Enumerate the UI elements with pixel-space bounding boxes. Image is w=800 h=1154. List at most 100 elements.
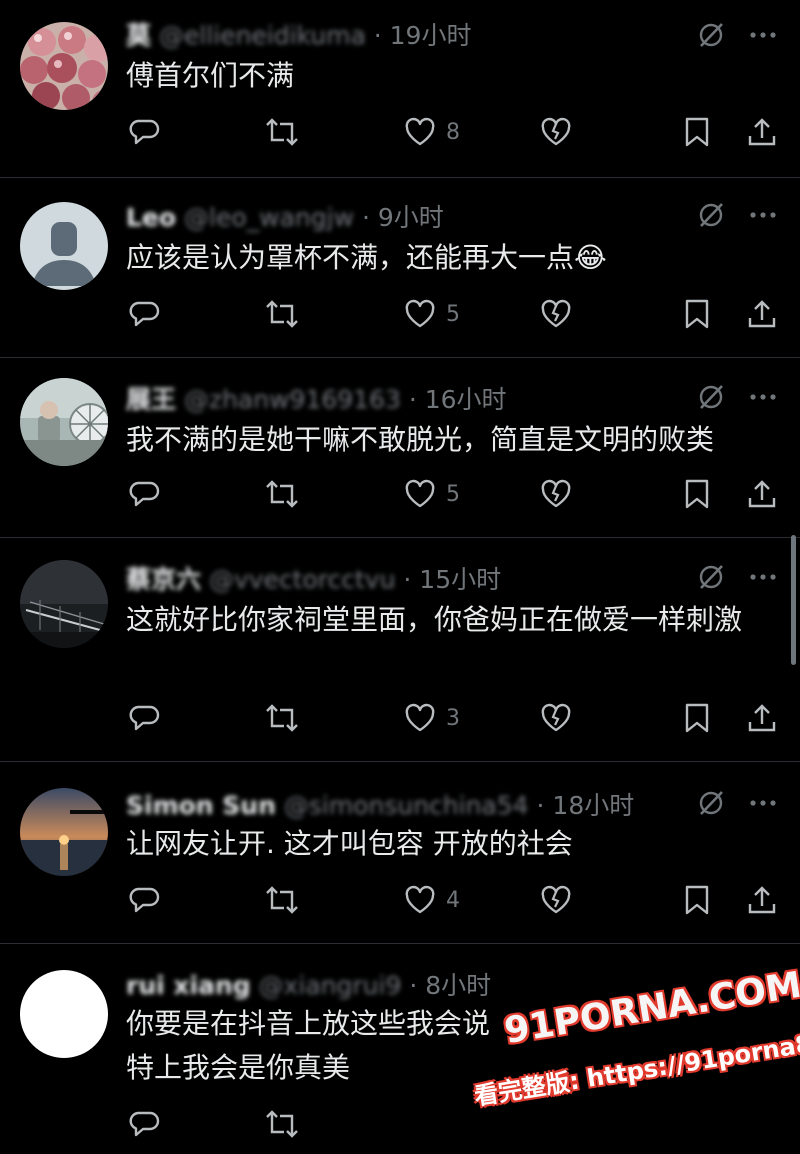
- share-button[interactable]: [746, 474, 778, 514]
- broken-heart-icon: [541, 885, 571, 914]
- more-icon[interactable]: [748, 562, 778, 592]
- reply-icon: [129, 301, 160, 327]
- like-button[interactable]: 5: [404, 294, 460, 334]
- post-time[interactable]: · 18小时: [537, 791, 635, 820]
- broken-heart-icon: [541, 299, 571, 328]
- share-icon: [748, 704, 776, 732]
- repost-button[interactable]: [264, 294, 310, 334]
- share-icon: [748, 480, 776, 508]
- reply-button[interactable]: [128, 112, 170, 152]
- repost-icon: [266, 886, 298, 914]
- post-text: 这就好比你家祠堂里面，你爸妈正在做爱一样刺激: [126, 603, 743, 636]
- bookmark-button[interactable]: [682, 294, 712, 334]
- grok-icon[interactable]: [696, 200, 726, 230]
- bookmark-button[interactable]: [682, 112, 712, 152]
- reply-button[interactable]: [128, 294, 170, 334]
- repost-button[interactable]: [264, 698, 310, 738]
- more-icon[interactable]: [748, 382, 778, 412]
- like-count: 3: [446, 705, 460, 731]
- reply-post[interactable]: 展王 @zhanw9169163 · 16小时 我不满的是她干嘛不敢脱光，简直是…: [0, 358, 800, 538]
- avatar[interactable]: [20, 202, 108, 290]
- bookmark-button[interactable]: [682, 698, 712, 738]
- grok-icon[interactable]: [696, 20, 726, 50]
- post-time[interactable]: · 16小时: [409, 385, 507, 414]
- post-time[interactable]: · 9小时: [362, 203, 444, 232]
- reply-post[interactable]: 蔡京六 @vvectorcctvu · 15小时 这就好比你家祠堂里面，你爸妈正…: [0, 538, 800, 762]
- broken-heart-icon: [541, 117, 571, 146]
- avatar[interactable]: [20, 560, 108, 648]
- grok-icon[interactable]: [696, 562, 726, 592]
- reply-button[interactable]: [128, 474, 170, 514]
- like-button[interactable]: 5: [404, 474, 460, 514]
- reply-button[interactable]: [128, 880, 170, 920]
- author-name[interactable]: Simon Sun: [126, 791, 276, 820]
- share-button[interactable]: [746, 112, 778, 152]
- share-button[interactable]: [746, 294, 778, 334]
- post-time[interactable]: · 19小时: [374, 21, 472, 50]
- post-text: 我不满的是她干嘛不敢脱光，简直是文明的败类: [126, 423, 715, 456]
- reply-post[interactable]: 莫 @ellieneidikuma · 19小时 傅首尔们不满 8: [0, 0, 800, 178]
- author-handle[interactable]: @zhanw9169163: [184, 385, 401, 414]
- bookmark-icon: [685, 479, 709, 509]
- more-icon[interactable]: [748, 788, 778, 818]
- repost-icon: [266, 1110, 298, 1138]
- dislike-button[interactable]: [540, 474, 572, 514]
- author-handle[interactable]: @leo_wangjw: [184, 203, 354, 232]
- bookmark-icon: [685, 885, 709, 915]
- post-time[interactable]: · 8小时: [409, 971, 491, 1000]
- more-icon[interactable]: [748, 200, 778, 230]
- share-icon: [748, 300, 776, 328]
- bookmark-icon: [685, 299, 709, 329]
- author-handle[interactable]: @simonsunchina54: [284, 791, 529, 820]
- repost-button[interactable]: [264, 880, 310, 920]
- dislike-button[interactable]: [540, 698, 572, 738]
- dislike-button[interactable]: [540, 112, 572, 152]
- avatar[interactable]: [20, 22, 108, 110]
- reply-post[interactable]: Simon Sun @simonsunchina54 · 18小时 让网友让开.…: [0, 762, 800, 944]
- reply-icon: [129, 1111, 160, 1137]
- reply-post[interactable]: Leo @leo_wangjw · 9小时 应该是认为罩杯不满，还能再大一点😂 …: [0, 178, 800, 358]
- post-text: 你要是在抖音上放这些我会说特上我会是你真美: [126, 1007, 491, 1084]
- author-name[interactable]: Leo: [126, 203, 176, 232]
- heart-icon: [405, 299, 435, 328]
- more-icon[interactable]: [748, 20, 778, 50]
- dislike-button[interactable]: [540, 294, 572, 334]
- repost-button[interactable]: [264, 1104, 300, 1144]
- like-button[interactable]: 4: [404, 880, 460, 920]
- avatar[interactable]: [20, 788, 108, 876]
- like-button[interactable]: 8: [404, 112, 460, 152]
- reply-icon: [129, 119, 160, 145]
- post-time[interactable]: · 15小时: [403, 565, 501, 594]
- like-count: 5: [446, 301, 460, 327]
- heart-icon: [405, 703, 435, 732]
- author-name[interactable]: rui xiang: [126, 971, 251, 1000]
- author-name[interactable]: 莫: [126, 21, 151, 50]
- like-button[interactable]: 3: [404, 698, 460, 738]
- grok-icon[interactable]: [696, 382, 726, 412]
- grok-icon[interactable]: [696, 788, 726, 818]
- author-handle[interactable]: @ellieneidikuma: [159, 21, 366, 50]
- post-meta: Simon Sun @simonsunchina54 · 18小时: [126, 786, 634, 822]
- avatar[interactable]: [20, 378, 108, 466]
- author-name[interactable]: 蔡京六: [126, 565, 201, 594]
- bookmark-button[interactable]: [682, 880, 712, 920]
- reply-button[interactable]: [128, 698, 170, 738]
- bookmark-button[interactable]: [682, 474, 712, 514]
- repost-button[interactable]: [264, 474, 310, 514]
- author-handle[interactable]: @xiangrui9: [259, 971, 402, 1000]
- post-text: 应该是认为罩杯不满，还能再大一点😂: [126, 241, 607, 274]
- broken-heart-icon: [541, 479, 571, 508]
- share-button[interactable]: [746, 698, 778, 738]
- post-meta: Leo @leo_wangjw · 9小时: [126, 198, 444, 234]
- dislike-button[interactable]: [540, 880, 572, 920]
- share-button[interactable]: [746, 880, 778, 920]
- action-bar: 5: [0, 294, 800, 334]
- post-meta: 蔡京六 @vvectorcctvu · 15小时: [126, 560, 501, 596]
- author-handle[interactable]: @vvectorcctvu: [209, 565, 395, 594]
- scrollbar[interactable]: [791, 535, 796, 665]
- reply-button[interactable]: [128, 1104, 160, 1144]
- post-text: 让网友让开. 这才叫包容 开放的社会: [126, 827, 573, 860]
- avatar[interactable]: [20, 970, 108, 1058]
- author-name[interactable]: 展王: [126, 385, 176, 414]
- repost-button[interactable]: [264, 112, 310, 152]
